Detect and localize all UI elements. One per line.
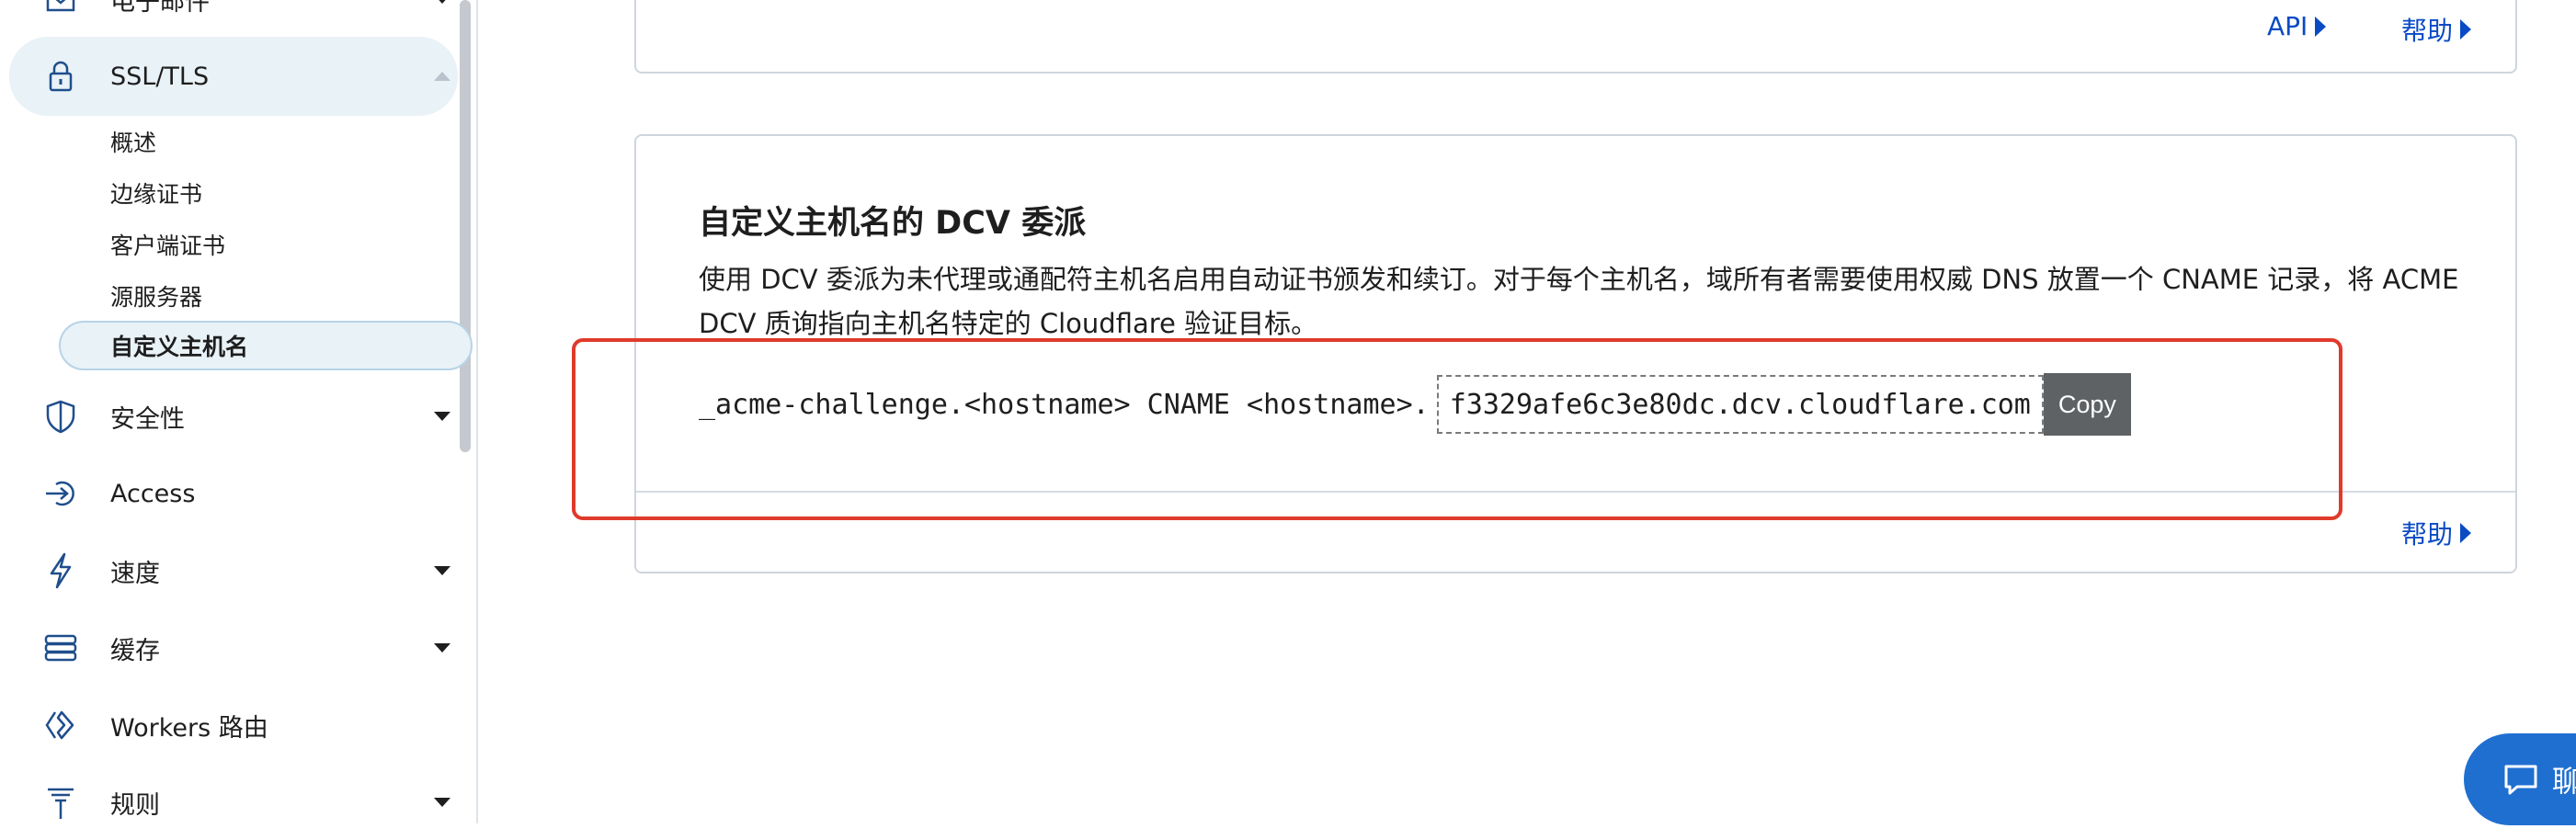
sidebar-item-label: 缓存 [110, 636, 160, 665]
chat-button[interactable]: 聊 [2464, 733, 2576, 825]
sidebar-item-email[interactable]: 电子邮件 [9, 0, 458, 37]
sidebar-item-workers-routes[interactable]: Workers 路由 [9, 687, 458, 763]
sidebar: 电子邮件 SSL/TLS 概述 边缘证书 客户端证书 源服务器 自定义主机名 安… [0, 0, 478, 823]
workers-icon [42, 707, 79, 744]
chevron-up-icon [434, 72, 450, 81]
copy-button[interactable]: Copy [2043, 373, 2131, 436]
sidebar-scrollbar[interactable] [460, 0, 471, 452]
chat-icon [2504, 765, 2537, 795]
api-link-label: API [2267, 11, 2308, 41]
chevron-down-icon [434, 643, 450, 653]
chevron-down-icon [434, 798, 450, 807]
sidebar-item-label: 速度 [110, 559, 160, 588]
chevron-down-icon [434, 0, 450, 4]
dcv-target-field[interactable]: f3329afe6c3e80dc.dcv.cloudflare.com [1436, 375, 2044, 434]
sidebar-subitem-custom-hostnames[interactable]: 自定义主机名 [59, 321, 473, 370]
sidebar-item-access[interactable]: Access [9, 456, 458, 531]
email-icon [42, 0, 79, 17]
sidebar-subitem-client-certificates[interactable]: 客户端证书 [110, 228, 225, 261]
rules-icon [42, 784, 79, 821]
lightning-icon [42, 552, 79, 589]
sidebar-item-cache[interactable]: 缓存 [9, 610, 458, 686]
dcv-delegation-card: 自定义主机名的 DCV 委派 使用 DCV 委派为未代理或通配符主机名启用自动证… [634, 134, 2517, 573]
sidebar-item-label: Workers 路由 [110, 713, 268, 743]
sidebar-subitem-origin-server[interactable]: 源服务器 [110, 279, 202, 312]
shield-icon [42, 398, 79, 435]
card-description: 使用 DCV 委派为未代理或通配符主机名启用自动证书颁发和续订。对于每个主机名，… [699, 264, 2459, 339]
help-link-label: 帮助 [2401, 519, 2454, 550]
card-title: 自定义主机名的 DCV 委派 [699, 205, 1087, 242]
chevron-down-icon [434, 412, 450, 421]
help-link[interactable]: 帮助 [2401, 11, 2472, 48]
sidebar-item-ssl-tls[interactable]: SSL/TLS [9, 37, 458, 116]
chevron-down-icon [434, 566, 450, 575]
access-icon [42, 475, 79, 512]
sidebar-subitem-label: 自定义主机名 [110, 334, 249, 360]
sidebar-item-label: 安全性 [110, 404, 185, 434]
cache-icon [42, 630, 79, 666]
sidebar-item-label: SSL/TLS [110, 62, 210, 91]
top-card: API 帮助 [634, 0, 2517, 74]
sidebar-item-speed[interactable]: 速度 [9, 533, 458, 608]
card-divider [636, 491, 2515, 493]
chat-label: 聊 [2552, 764, 2576, 799]
lock-icon [42, 58, 79, 95]
sidebar-item-label: Access [110, 479, 196, 508]
sidebar-item-rules[interactable]: 规则 [9, 765, 458, 840]
sidebar-item-label: 电子邮件 [110, 0, 210, 17]
caret-right-icon [2315, 16, 2327, 37]
sidebar-subitem-overview[interactable]: 概述 [110, 125, 156, 158]
help-link[interactable]: 帮助 [2401, 515, 2472, 551]
sidebar-item-security[interactable]: 安全性 [9, 379, 458, 454]
sidebar-item-label: 规则 [110, 790, 160, 820]
caret-right-icon [2460, 19, 2472, 40]
record-prefix: _acme-challenge.<hostname> CNAME <hostna… [699, 388, 1430, 421]
caret-right-icon [2460, 523, 2472, 543]
dcv-target-value: f3329afe6c3e80dc.dcv.cloudflare.com [1449, 388, 2031, 421]
help-link-label: 帮助 [2401, 16, 2454, 46]
sidebar-subitem-edge-certificates[interactable]: 边缘证书 [110, 176, 202, 210]
api-link[interactable]: API [2267, 11, 2327, 41]
cname-record: _acme-challenge.<hostname> CNAME <hostna… [699, 373, 2131, 436]
